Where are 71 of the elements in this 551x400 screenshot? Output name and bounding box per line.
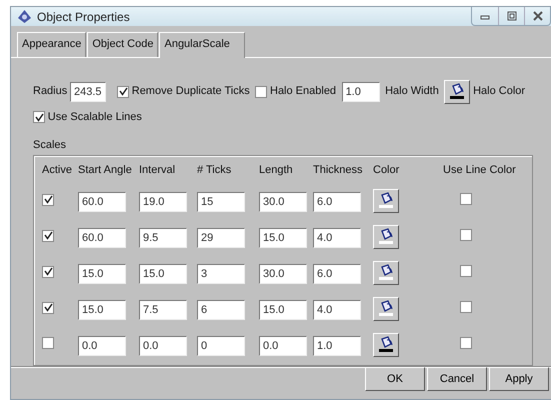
column-header: # Ticks: [197, 163, 232, 178]
input-field[interactable]: 4.0: [313, 300, 361, 320]
column-header: Start Angle: [78, 163, 133, 178]
tab[interactable]: Object Code: [87, 32, 158, 56]
tab[interactable]: Appearance: [17, 32, 86, 56]
input-field[interactable]: 6.0: [313, 192, 361, 212]
checkbox[interactable]: [42, 194, 54, 206]
tab[interactable]: AngularScale: [159, 32, 245, 58]
checkbox-label: Remove Duplicate Ticks: [132, 84, 250, 100]
column-header: Active: [42, 163, 73, 178]
input-field[interactable]: 9.5: [139, 228, 187, 248]
input-field[interactable]: 15.0: [259, 300, 307, 320]
input-field[interactable]: 29: [197, 228, 245, 248]
input-field[interactable]: 30.0: [259, 192, 307, 212]
dialog-button[interactable]: Cancel: [427, 366, 487, 391]
color-button[interactable]: [373, 332, 399, 356]
checkbox[interactable]: [460, 228, 472, 241]
checkbox[interactable]: [117, 86, 129, 98]
input-field[interactable]: 4.0: [313, 228, 361, 248]
color-button[interactable]: [444, 80, 470, 104]
checkbox[interactable]: [460, 264, 472, 277]
input-field[interactable]: 0.0: [259, 336, 307, 356]
input-field[interactable]: 0.0: [78, 336, 126, 356]
input-field[interactable]: 15.0: [78, 264, 126, 284]
app-icon: [17, 9, 32, 24]
checkbox[interactable]: [33, 111, 45, 124]
halo-width-label: Halo Width: [385, 84, 439, 100]
radius-label: Radius: [33, 84, 68, 100]
column-header: Length: [259, 163, 294, 178]
input-field[interactable]: 15.0: [259, 228, 307, 248]
maximize-icon[interactable]: [506, 11, 518, 21]
column-header: Thickness: [313, 163, 364, 178]
checkbox[interactable]: [42, 302, 54, 314]
color-button[interactable]: [373, 188, 399, 212]
input-field[interactable]: 6: [197, 300, 245, 320]
input-field[interactable]: 15.0: [139, 264, 187, 284]
input-field[interactable]: 30.0: [259, 264, 307, 284]
column-header: Interval: [139, 163, 176, 178]
color-button[interactable]: [373, 296, 399, 320]
input-field[interactable]: 6.0: [313, 264, 361, 284]
checkbox-label: Halo Enabled: [270, 84, 336, 100]
checkbox-label: Use Scalable Lines: [48, 110, 142, 125]
input-field[interactable]: 0.0: [139, 336, 187, 356]
color-button[interactable]: [373, 224, 399, 248]
input-field[interactable]: 1.0: [313, 336, 361, 356]
checkbox[interactable]: [460, 192, 472, 205]
input-field[interactable]: 60.0: [78, 192, 126, 212]
group-title: Scales: [33, 138, 66, 152]
checkbox[interactable]: [460, 336, 472, 349]
checkbox[interactable]: [255, 86, 268, 98]
input-field[interactable]: 60.0: [78, 228, 126, 248]
close-icon[interactable]: [532, 11, 544, 21]
color-button[interactable]: [373, 260, 399, 284]
checkbox[interactable]: [42, 266, 54, 278]
input-field[interactable]: 19.0: [139, 192, 187, 212]
column-header: Use Line Color: [443, 163, 517, 178]
input-field[interactable]: 15: [197, 192, 245, 212]
input-field[interactable]: 0: [197, 336, 245, 356]
halo-color-label: Halo Color: [473, 84, 526, 100]
radius-field[interactable]: 243.5: [70, 82, 106, 102]
halo-width-field[interactable]: 1.0: [342, 82, 380, 102]
checkbox[interactable]: [42, 230, 54, 242]
checkbox[interactable]: [42, 336, 54, 349]
window-title: Object Properties: [37, 8, 130, 26]
input-field[interactable]: 15.0: [78, 300, 126, 320]
checkbox[interactable]: [460, 300, 472, 313]
dialog-button[interactable]: OK: [365, 366, 425, 391]
input-field[interactable]: 3: [197, 264, 245, 284]
column-header: Color: [373, 163, 400, 178]
input-field[interactable]: 7.5: [139, 300, 187, 320]
dialog-button[interactable]: Apply: [489, 366, 549, 391]
